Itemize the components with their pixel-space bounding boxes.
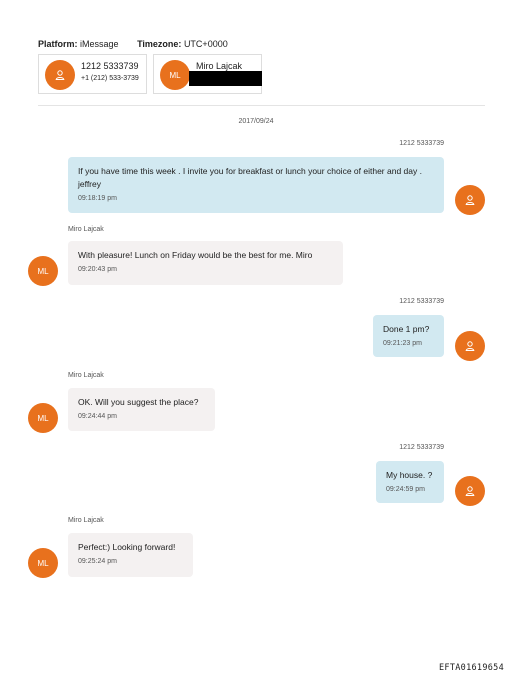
conversation-header: Platform: iMessage Timezone: UTC+0000 [38,39,228,49]
redaction-bar [189,71,262,86]
message-sender: 1212 5333739 [399,444,444,451]
document-id: EFTA01619654 [438,663,504,673]
message-time: 09:24:59 pm [386,486,425,493]
user-icon [455,331,485,361]
message-sender: 1212 5333739 [399,140,444,147]
conversation-date: 2017/09/24 [238,118,274,125]
message-sender: 1212 5333739 [399,298,444,305]
platform-label: Platform: [38,39,78,49]
message-bubble: OK. Will you suggest the place? 09:24:44… [68,388,215,431]
message-text: Perfect:) Looking forward! [78,542,176,552]
avatar: ML [28,256,58,286]
participant-card: 1212 5333739 +1 (212) 533-3739 [38,54,147,94]
platform-value: iMessage [80,39,119,49]
message-text: Done 1 pm? [383,324,430,334]
message-time: 09:18:19 pm [78,195,117,202]
message-time: 09:25:24 pm [78,558,117,565]
user-icon [455,185,485,215]
participant-number: +1 (212) 533-3739 [81,75,139,82]
message-time: 09:20:43 pm [78,266,117,273]
avatar: ML [28,548,58,578]
message-time: 09:21:23 pm [383,340,422,347]
message-text: OK. Will you suggest the place? [78,397,199,407]
avatar: ML [160,60,190,90]
message-bubble: Done 1 pm? 09:21:23 pm [373,315,444,357]
message-bubble: If you have time this week . I invite yo… [68,157,444,213]
message-bubble: Perfect:) Looking forward! 09:25:24 pm [68,533,193,577]
message-sender: Miro Lajcak [68,517,104,524]
message-text: If you have time this week . I invite yo… [78,166,422,189]
avatar: ML [28,403,58,433]
timezone-label: Timezone: [137,39,182,49]
message-text: My house. ? [386,470,433,480]
user-icon [455,476,485,506]
divider [38,105,485,106]
participant-name: 1212 5333739 [81,61,139,71]
message-bubble: With pleasure! Lunch on Friday would be … [68,241,343,285]
participant-name: Miro Lajcak [196,61,243,71]
message-time: 09:24:44 pm [78,413,117,420]
message-sender: Miro Lajcak [68,226,104,233]
message-bubble: My house. ? 09:24:59 pm [376,461,444,503]
timezone-value: UTC+0000 [183,39,228,49]
message-sender: Miro Lajcak [68,372,104,379]
user-icon [45,60,75,90]
message-text: With pleasure! Lunch on Friday would be … [78,250,313,260]
participant-card: ML Miro Lajcak [153,54,262,94]
